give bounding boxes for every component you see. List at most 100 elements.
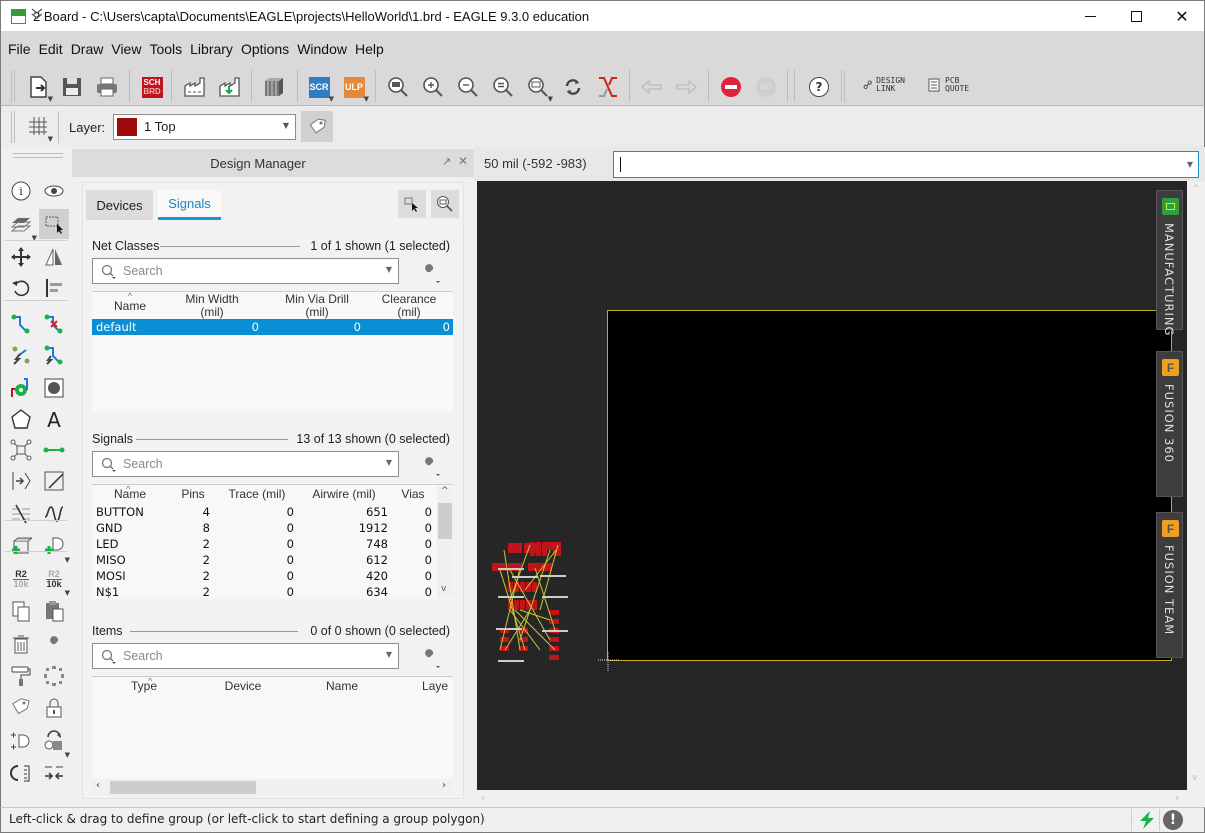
script-button[interactable]: SCR ▼ [306, 74, 334, 103]
column-header-vias[interactable]: Vias [396, 488, 430, 501]
column-header-name[interactable]: Name [102, 300, 158, 313]
net-classes-search-input[interactable]: Search ▼ [92, 258, 399, 284]
menu-library[interactable]: Library [190, 41, 233, 57]
zoom-in-button[interactable] [420, 74, 446, 100]
warning-icon[interactable]: ! [1163, 810, 1183, 830]
minimize-button[interactable] [1067, 1, 1113, 32]
select-in-canvas-button[interactable] [398, 190, 426, 218]
redraw-button[interactable] [560, 74, 586, 100]
sch-brd-switch-button[interactable]: SCH BRD [139, 74, 165, 100]
menu-draw[interactable]: Draw [71, 41, 104, 57]
undock-icon[interactable]: ↗ [442, 155, 451, 168]
items-search-input[interactable]: Search ▼ [92, 643, 399, 669]
manufacturing-export-button[interactable] [217, 74, 243, 100]
menu-tools[interactable]: Tools [149, 41, 182, 57]
signals-settings-button[interactable] [418, 454, 442, 478]
zoom-out-button[interactable] [455, 74, 481, 100]
scroll-right-icon[interactable]: › [1175, 791, 1179, 804]
scroll-up-icon[interactable]: ^ [441, 486, 449, 496]
table-row[interactable]: BUTTON 4 0 651 0 [92, 504, 437, 520]
scroll-left-icon[interactable]: ‹ [481, 791, 485, 804]
column-header-layer[interactable]: Laye [422, 680, 453, 693]
table-row[interactable]: default 0 0 0 [92, 319, 453, 335]
scroll-down-icon[interactable]: v [441, 584, 446, 594]
net-classes-settings-button[interactable] [418, 261, 442, 285]
text-tool[interactable]: A [41, 406, 67, 432]
wire-tool[interactable] [41, 437, 67, 463]
close-button[interactable]: ✕ [1159, 1, 1205, 32]
redo-button[interactable] [673, 74, 699, 100]
ratsnest-button[interactable] [595, 74, 621, 100]
save-button[interactable] [59, 74, 85, 100]
route-tool[interactable] [8, 311, 34, 337]
menu-window[interactable]: Window [297, 41, 347, 57]
name-tool[interactable]: R2 10k [8, 566, 34, 592]
info-tool[interactable]: i [8, 178, 34, 204]
column-header-airwire[interactable]: Airwire (mil) [304, 488, 384, 501]
canvas-vertical-scrollbar[interactable]: ^ v [1187, 181, 1205, 790]
rotate-tool[interactable] [8, 275, 34, 301]
polygon-tool[interactable] [8, 406, 34, 432]
add-package-tool[interactable] [8, 533, 34, 559]
table-row[interactable]: N$1 2 0 634 0 [92, 584, 437, 600]
help-button[interactable]: ? [806, 74, 832, 100]
menu-view[interactable]: View [111, 41, 141, 57]
canvas-horizontal-scrollbar[interactable]: ‹ › [477, 790, 1187, 807]
column-header-clearance[interactable]: Clearance (mil) [372, 293, 446, 319]
align-tool[interactable] [41, 275, 67, 301]
scroll-down-icon[interactable]: v [1192, 773, 1197, 783]
items-settings-button[interactable] [418, 646, 442, 670]
menu-edit[interactable]: Edit [39, 41, 63, 57]
scrollbar-thumb[interactable] [438, 503, 452, 539]
items-hscrollbar[interactable]: ‹ › [92, 779, 453, 796]
cam-processor-button[interactable] [182, 74, 208, 100]
route-power-tool[interactable] [41, 342, 67, 368]
undo-button[interactable] [639, 74, 665, 100]
ratsnest-node-tool[interactable] [8, 437, 34, 463]
fusion-team-tab[interactable]: F FUSION TEAM [1156, 512, 1183, 658]
scrollbar-thumb[interactable] [110, 781, 256, 794]
column-header-device[interactable]: Device [217, 680, 269, 693]
print-button[interactable] [94, 74, 120, 100]
add-part-tool[interactable]: ▼ [41, 533, 70, 564]
tag-tool[interactable] [8, 695, 34, 721]
go-button[interactable]: GO [753, 74, 779, 100]
eye-tool[interactable] [41, 178, 67, 204]
design-link-button[interactable]: ⚯ DESIGN LINK [860, 76, 905, 93]
table-row[interactable]: GND 8 0 1912 0 [92, 520, 437, 536]
signals-search-input[interactable]: Search ▼ [92, 451, 399, 477]
scroll-right-icon[interactable]: › [442, 780, 446, 791]
value-tool[interactable]: R2 10k ▼ [41, 566, 70, 597]
chevron-down-icon[interactable]: ▼ [1187, 160, 1193, 169]
replace-tool[interactable]: ▼ [41, 728, 70, 759]
delete-tool[interactable] [8, 631, 34, 657]
close-panel-icon[interactable]: ✕ [458, 154, 468, 168]
column-header-type[interactable]: Type [122, 680, 166, 693]
open-button[interactable]: ▼ [25, 74, 53, 103]
column-header-trace[interactable]: Trace (mil) [222, 488, 292, 501]
ripup-tool[interactable] [41, 311, 67, 337]
layers-tool[interactable]: ▼ [8, 211, 37, 242]
wrench-tool[interactable] [41, 631, 67, 657]
menu-file[interactable]: File [8, 41, 31, 57]
move-tool[interactable] [8, 244, 34, 270]
column-header-min-width[interactable]: Min Width (mil) [172, 293, 252, 319]
gate-swap-tool[interactable] [8, 728, 34, 754]
ulp-button[interactable]: ULP ▼ [341, 74, 369, 103]
circle-dots-tool[interactable] [41, 663, 67, 689]
column-header-min-via-drill[interactable]: Min Via Drill (mil) [272, 293, 362, 319]
more-chevron-tool[interactable] [24, 0, 50, 26]
table-row[interactable]: MISO 2 0 612 0 [92, 552, 437, 568]
zoom-to-selection-button[interactable] [431, 190, 459, 218]
layer-tag-button[interactable] [301, 111, 333, 142]
pcb-quote-button[interactable]: PCB QUOTE [928, 77, 969, 93]
lock-tool[interactable] [41, 695, 67, 721]
scroll-up-icon[interactable]: ^ [1192, 184, 1200, 194]
grid-button[interactable]: ▼ [27, 115, 53, 143]
scroll-left-icon[interactable]: ‹ [96, 780, 100, 791]
library-manager-button[interactable] [261, 74, 287, 100]
paste-tool[interactable] [41, 598, 67, 624]
pin-swap-tool[interactable] [8, 468, 34, 494]
menu-options[interactable]: Options [241, 41, 289, 57]
zoom-redraw-button[interactable] [490, 74, 516, 100]
